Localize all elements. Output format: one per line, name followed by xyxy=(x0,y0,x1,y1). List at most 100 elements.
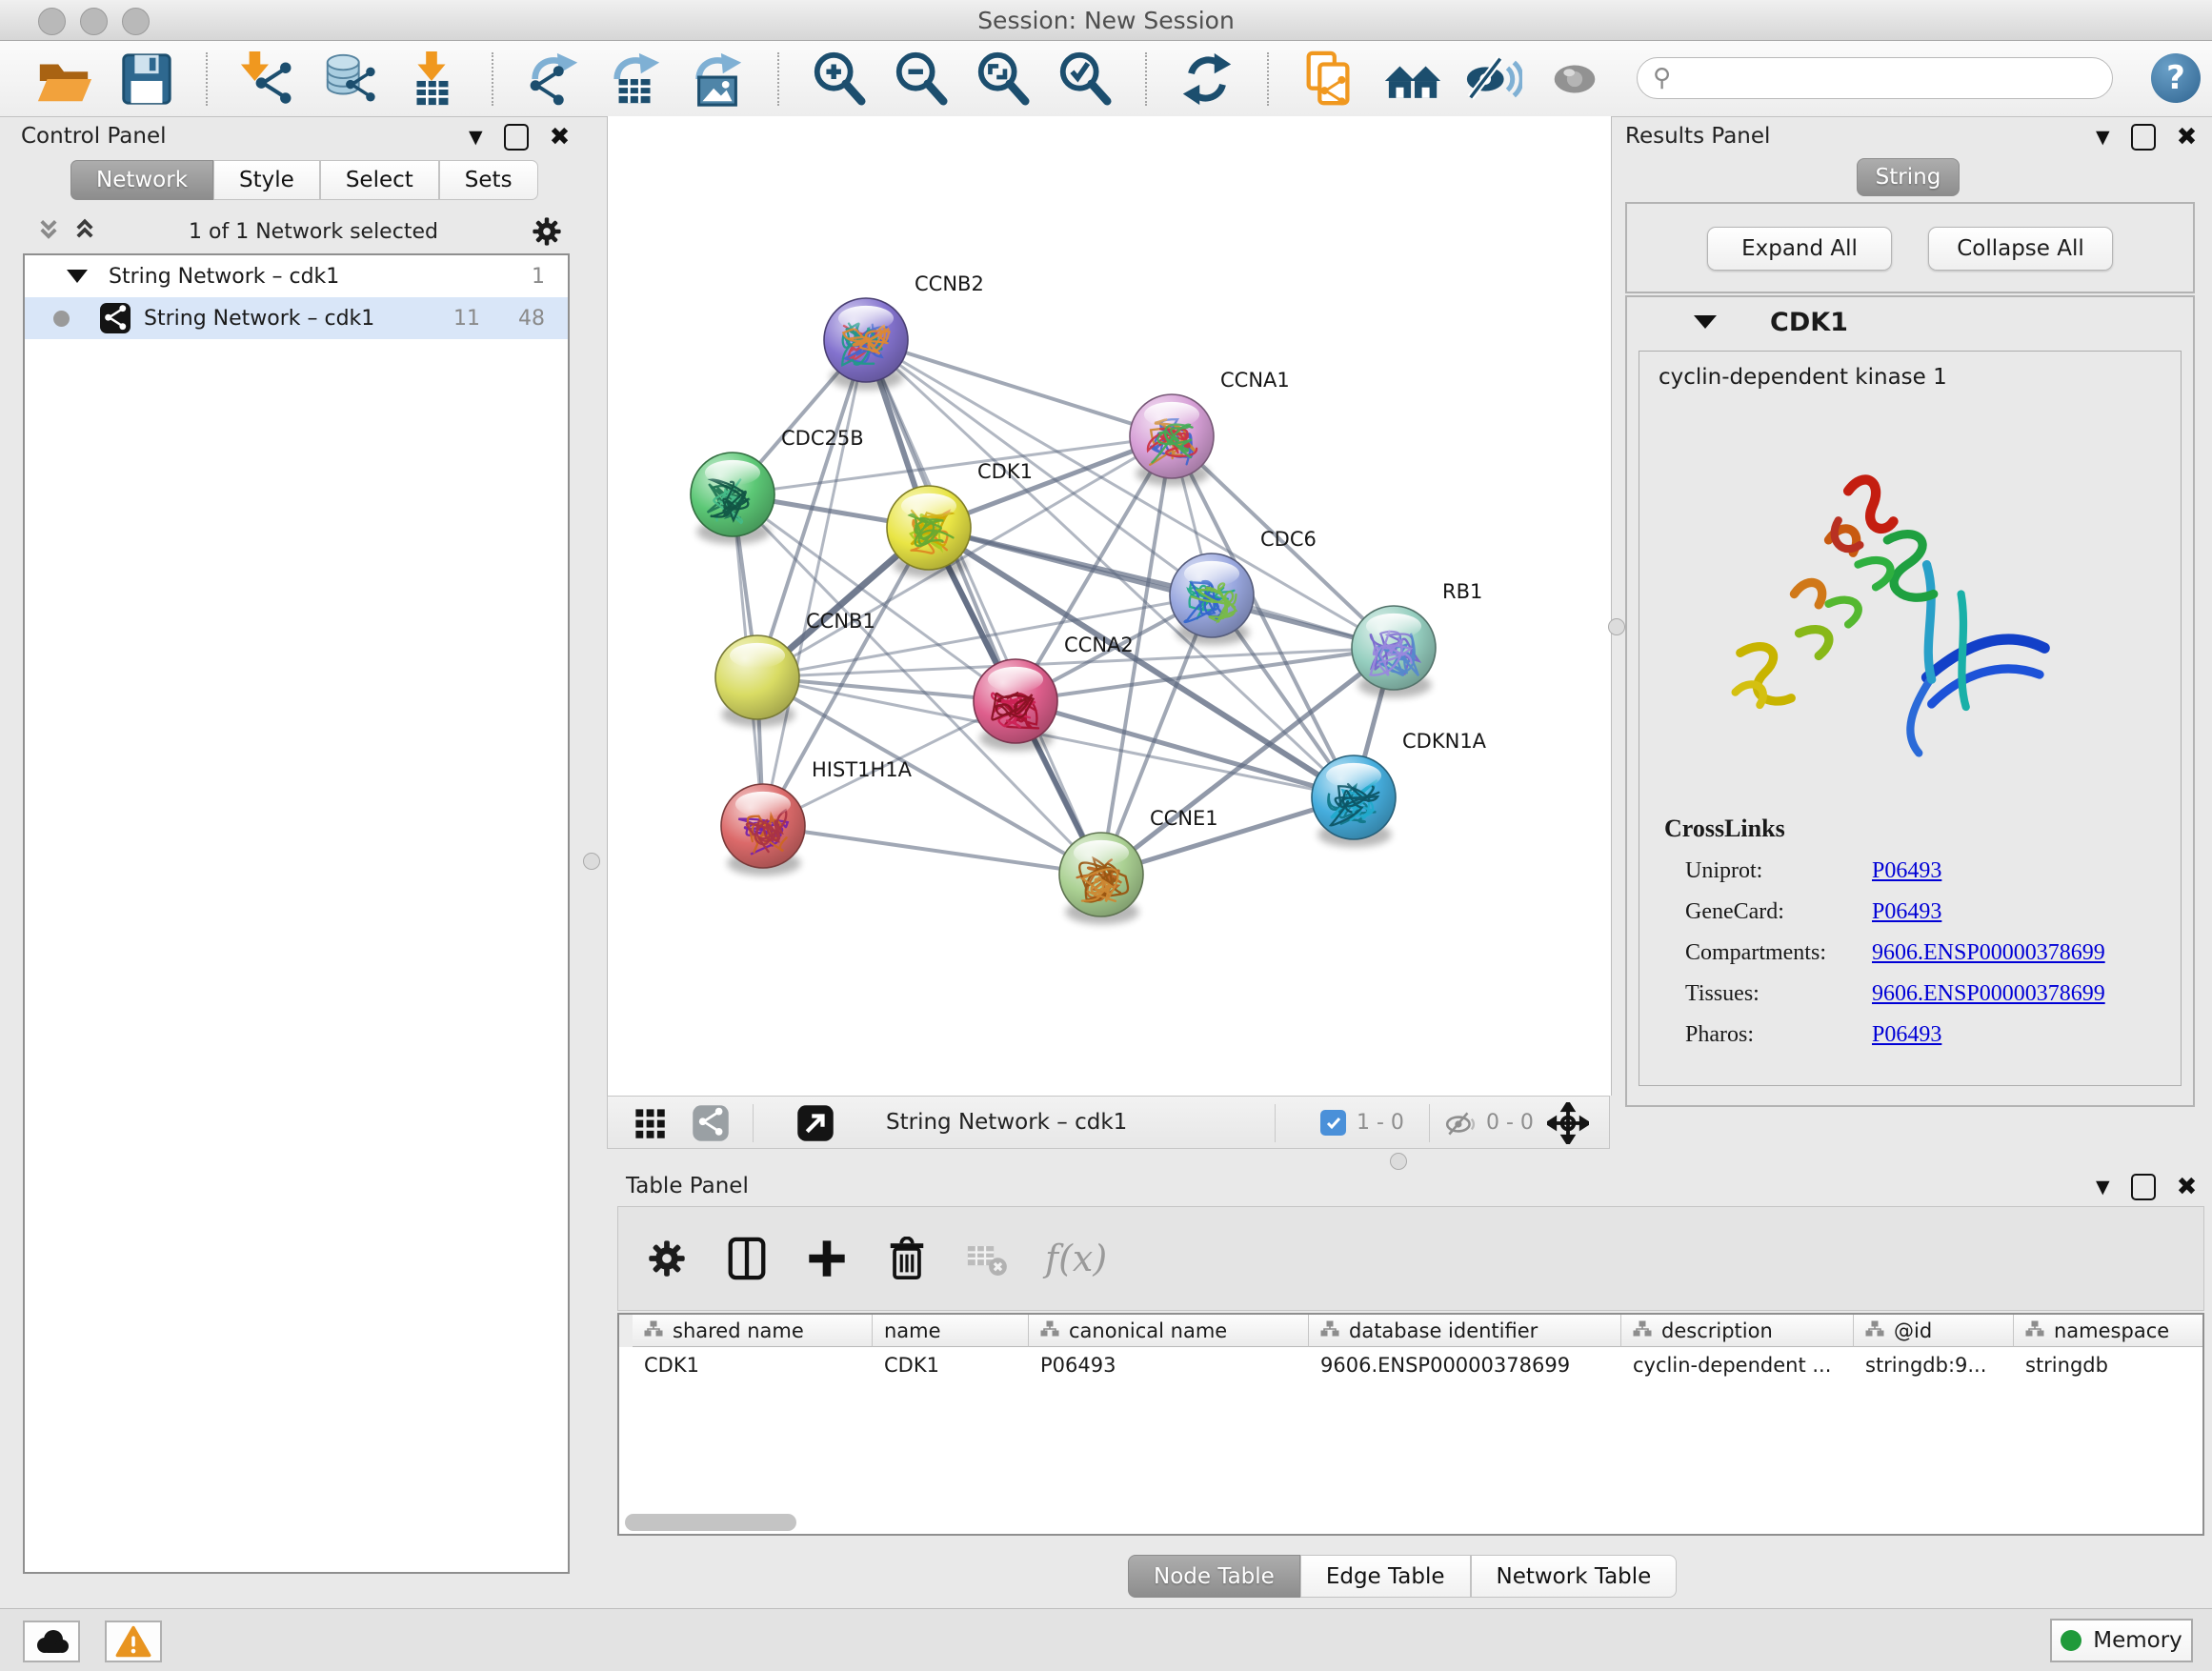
warnings-button[interactable] xyxy=(105,1621,162,1662)
panel-menu-icon[interactable]: ▼ xyxy=(2096,1177,2110,1198)
network-node-CDC6[interactable]: CDC6 xyxy=(1170,528,1317,645)
zoom-out-icon[interactable] xyxy=(892,50,951,109)
birdseye-view-icon[interactable] xyxy=(1547,1102,1589,1144)
cloud-status-button[interactable] xyxy=(23,1621,80,1662)
network-edge[interactable] xyxy=(929,528,1394,648)
duplicate-network-icon[interactable] xyxy=(1299,50,1358,109)
search-input[interactable] xyxy=(1679,65,2092,91)
open-session-icon[interactable] xyxy=(34,50,93,109)
network-node-RB1[interactable]: RB1 xyxy=(1352,580,1482,697)
table-cell[interactable]: P06493 xyxy=(1029,1348,1309,1382)
table-cell[interactable]: stringdb xyxy=(2014,1348,2204,1382)
zoom-in-icon[interactable] xyxy=(810,50,869,109)
tab-network-table[interactable]: Network Table xyxy=(1471,1555,1678,1598)
network-edge[interactable] xyxy=(763,340,866,826)
panel-float-icon[interactable] xyxy=(2131,1174,2156,1200)
import-table-icon[interactable] xyxy=(402,50,461,109)
expand-all-button[interactable]: Expand All xyxy=(1707,227,1892,271)
network-node-CCNA1[interactable]: CCNA1 xyxy=(1130,369,1290,486)
table-cell[interactable]: CDK1 xyxy=(633,1348,873,1382)
column-header-namespace[interactable]: namespace xyxy=(2014,1315,2204,1347)
tab-string[interactable]: String xyxy=(1857,158,1960,196)
collection-expand-icon[interactable] xyxy=(67,270,88,283)
network-edge[interactable] xyxy=(866,340,1172,436)
network-edge[interactable] xyxy=(763,826,1101,875)
table-cell[interactable]: CDK1 xyxy=(873,1348,1029,1382)
network-node-CCNA2[interactable]: CCNA2 xyxy=(974,634,1134,751)
export-network-icon[interactable] xyxy=(524,50,583,109)
export-table-icon[interactable] xyxy=(606,50,665,109)
left-splitter-handle[interactable] xyxy=(583,853,600,870)
open-in-window-icon[interactable] xyxy=(796,1104,835,1142)
network-collection-row[interactable]: String Network – cdk1 1 xyxy=(25,255,568,297)
table-row[interactable]: CDK1CDK1P064939606.ENSP00000378699cyclin… xyxy=(633,1348,2204,1382)
zoom-selected-icon[interactable] xyxy=(1056,50,1115,109)
column-header-description[interactable]: description xyxy=(1621,1315,1854,1347)
tab-sets[interactable]: Sets xyxy=(439,160,538,200)
table-cell[interactable]: cyclin-dependent ... xyxy=(1621,1348,1854,1382)
home-icon[interactable] xyxy=(1381,50,1440,109)
grid-view-icon[interactable] xyxy=(633,1106,667,1140)
panel-menu-icon[interactable]: ▼ xyxy=(2096,127,2110,148)
panel-float-icon[interactable] xyxy=(2131,124,2156,151)
panel-close-icon[interactable]: ✖ xyxy=(550,125,571,150)
delete-column-icon[interactable] xyxy=(885,1237,929,1280)
save-session-icon[interactable] xyxy=(116,50,175,109)
network-node-HIST1H1A[interactable]: HIST1H1A xyxy=(721,758,913,876)
tab-select[interactable]: Select xyxy=(320,160,439,200)
column-header-shared-name[interactable]: shared name xyxy=(633,1315,873,1347)
crosslink-link[interactable]: P06493 xyxy=(1872,858,1941,884)
network-edge[interactable] xyxy=(866,340,1101,875)
gene-collapse-icon[interactable] xyxy=(1694,315,1717,329)
collapse-all-button[interactable]: Collapse All xyxy=(1928,227,2113,271)
tab-style[interactable]: Style xyxy=(213,160,320,200)
bottom-splitter-handle[interactable] xyxy=(1390,1153,1407,1170)
memory-button[interactable]: Memory xyxy=(2050,1619,2193,1662)
table-cell[interactable]: stringdb:9... xyxy=(1854,1348,2014,1382)
selected-nodes-checkbox[interactable] xyxy=(1320,1110,1346,1136)
network-node-CDK1[interactable]: CDK1 xyxy=(887,460,1033,577)
crosslink-link[interactable]: 9606.ENSP00000378699 xyxy=(1872,981,2105,1007)
network-view-icon[interactable] xyxy=(692,1104,730,1142)
show-columns-icon[interactable] xyxy=(725,1237,769,1280)
table-cell[interactable]: 9606.ENSP00000378699 xyxy=(1309,1348,1621,1382)
crosslink-link[interactable]: P06493 xyxy=(1872,899,1941,925)
panel-float-icon[interactable] xyxy=(504,124,529,151)
zoom-fit-icon[interactable] xyxy=(974,50,1033,109)
column-header-name[interactable]: name xyxy=(873,1315,1029,1347)
network-canvas[interactable]: CCNB2 CCNA1 CDC25B CDK1 CDC6 RB1 CCNB1 xyxy=(607,116,1612,1096)
crosslink-label: Tissues: xyxy=(1664,981,1872,1007)
right-splitter-handle[interactable] xyxy=(1608,618,1625,635)
network-row[interactable]: String Network – cdk1 11 48 xyxy=(25,297,568,339)
horizontal-scrollbar-thumb[interactable] xyxy=(625,1514,796,1531)
network-options-gear-icon[interactable] xyxy=(530,214,564,249)
panel-menu-icon[interactable]: ▼ xyxy=(469,127,483,148)
gene-header[interactable]: CDK1 xyxy=(1627,297,2193,347)
crosslink-link[interactable]: P06493 xyxy=(1872,1022,1941,1048)
network-node-CCNB2[interactable]: CCNB2 xyxy=(824,272,984,390)
panel-close-icon[interactable]: ✖ xyxy=(2177,1175,2198,1199)
tab-edge-table[interactable]: Edge Table xyxy=(1300,1555,1471,1598)
column-header-@id[interactable]: @id xyxy=(1854,1315,2014,1347)
expand-all-icon[interactable] xyxy=(72,218,97,245)
help-button[interactable]: ? xyxy=(2151,53,2201,103)
column-header-canonical-name[interactable]: canonical name xyxy=(1029,1315,1309,1347)
tab-node-table[interactable]: Node Table xyxy=(1128,1555,1300,1598)
import-database-icon[interactable] xyxy=(320,50,379,109)
memory-label: Memory xyxy=(2093,1628,2182,1653)
show-panels-icon[interactable] xyxy=(1545,50,1604,109)
search-field[interactable]: ⚲ xyxy=(1637,57,2113,99)
panel-close-icon[interactable]: ✖ xyxy=(2177,125,2198,150)
export-image-icon[interactable] xyxy=(688,50,747,109)
collapse-all-icon[interactable] xyxy=(36,218,61,245)
tab-network[interactable]: Network xyxy=(70,160,213,200)
add-column-icon[interactable] xyxy=(805,1237,849,1280)
refresh-layout-icon[interactable] xyxy=(1177,50,1237,109)
network-node-CDKN1A[interactable]: CDKN1A xyxy=(1312,730,1487,847)
import-network-icon[interactable] xyxy=(238,50,297,109)
network-node-CCNE1[interactable]: CCNE1 xyxy=(1059,807,1218,924)
column-header-database-identifier[interactable]: database identifier xyxy=(1309,1315,1621,1347)
table-options-gear-icon[interactable] xyxy=(645,1237,689,1280)
hide-panels-icon[interactable] xyxy=(1463,50,1522,109)
crosslink-link[interactable]: 9606.ENSP00000378699 xyxy=(1872,940,2105,966)
